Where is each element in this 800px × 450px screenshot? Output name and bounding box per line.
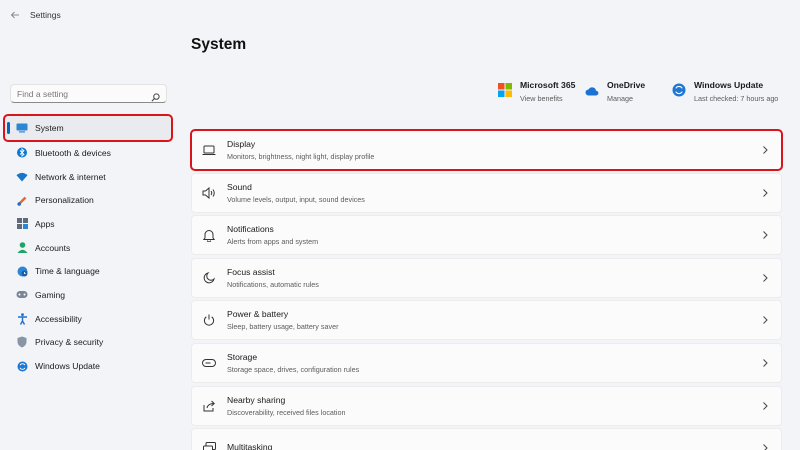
search-box[interactable] xyxy=(10,84,167,103)
gamepad-icon xyxy=(16,289,28,301)
apps-icon xyxy=(16,218,28,230)
sidebar-item-windows-update[interactable]: Windows Update xyxy=(4,354,172,378)
sidebar-item-label: Personalization xyxy=(35,195,94,206)
sidebar: System Bluetooth & devices Network & int… xyxy=(0,0,180,450)
chevron-right-icon xyxy=(763,273,768,282)
card-title: Sound xyxy=(227,181,252,192)
search-input[interactable] xyxy=(17,88,147,99)
globe-clock-icon xyxy=(16,265,28,277)
sidebar-item-network[interactable]: Network & internet xyxy=(4,165,172,189)
card-title: Notifications xyxy=(227,224,274,235)
quick-link-title: Windows Update xyxy=(694,80,764,90)
person-icon xyxy=(16,242,28,254)
multitask-icon xyxy=(202,441,216,450)
card-multitasking[interactable]: Multitasking xyxy=(191,428,782,450)
sidebar-item-gaming[interactable]: Gaming xyxy=(4,283,172,307)
sidebar-item-time-language[interactable]: Time & language xyxy=(4,259,172,283)
card-focus-assist[interactable]: Focus assist Notifications, automatic ru… xyxy=(191,257,782,298)
update-icon xyxy=(672,83,686,97)
quick-link-subtitle: View benefits xyxy=(520,94,563,103)
speaker-icon xyxy=(202,186,216,200)
quick-link-subtitle: Manage xyxy=(607,94,633,103)
sidebar-item-system[interactable]: System xyxy=(3,114,173,142)
card-title: Display xyxy=(227,139,256,149)
chevron-right-icon xyxy=(763,146,768,154)
chevron-right-icon xyxy=(763,359,768,367)
quick-link-title: Microsoft 365 xyxy=(520,80,576,90)
sidebar-item-privacy-security[interactable]: Privacy & security xyxy=(4,331,172,355)
bell-icon xyxy=(202,228,216,242)
quick-link-windows-update[interactable]: Windows Update Last checked: 7 hours ago xyxy=(672,80,778,103)
card-subtitle: Volume levels, output, input, sound devi… xyxy=(227,194,365,204)
chevron-right-icon xyxy=(763,231,768,240)
sidebar-item-personalization[interactable]: Personalization xyxy=(4,188,172,212)
search-icon[interactable] xyxy=(151,89,160,107)
moon-icon xyxy=(202,271,216,285)
sidebar-item-label: Privacy & security xyxy=(35,337,104,348)
card-nearby-sharing[interactable]: Nearby sharing Discoverability, received… xyxy=(191,385,782,426)
active-indicator xyxy=(7,122,10,134)
sidebar-item-bluetooth[interactable]: Bluetooth & devices xyxy=(4,141,172,165)
chevron-right-icon xyxy=(763,401,768,410)
page-title: System xyxy=(191,36,247,53)
sidebar-item-label: System xyxy=(35,123,64,133)
sidebar-item-label: Gaming xyxy=(35,289,66,300)
brush-icon xyxy=(16,194,28,206)
card-title: Nearby sharing xyxy=(227,394,286,405)
sidebar-item-accessibility[interactable]: Accessibility xyxy=(4,307,172,331)
quick-link-microsoft-365[interactable]: Microsoft 365 View benefits xyxy=(498,80,575,103)
shield-icon xyxy=(16,336,28,348)
microsoft-logo-icon xyxy=(498,83,512,97)
quick-link-title: OneDrive xyxy=(607,80,646,90)
sidebar-item-apps[interactable]: Apps xyxy=(4,212,172,236)
card-storage[interactable]: Storage Storage space, drives, configura… xyxy=(191,342,782,383)
card-subtitle: Monitors, brightness, night light, displ… xyxy=(227,152,375,161)
sidebar-item-label: Bluetooth & devices xyxy=(35,147,111,158)
sidebar-item-label: Network & internet xyxy=(35,171,106,182)
card-sound[interactable]: Sound Volume levels, output, input, soun… xyxy=(191,172,782,213)
monitor-icon xyxy=(16,122,28,134)
card-subtitle: Storage space, drives, configuration rul… xyxy=(227,364,360,374)
storage-icon xyxy=(202,356,216,370)
chevron-right-icon xyxy=(763,444,768,450)
bluetooth-icon xyxy=(16,147,28,159)
update-icon xyxy=(16,360,28,372)
sidebar-nav: System Bluetooth & devices Network & int… xyxy=(3,114,173,378)
card-title: Multitasking xyxy=(227,441,273,450)
sidebar-item-label: Windows Update xyxy=(35,361,100,372)
card-subtitle: Discoverability, received files location xyxy=(227,407,346,417)
share-icon xyxy=(202,399,216,413)
chevron-right-icon xyxy=(763,188,768,197)
quick-link-onedrive[interactable]: OneDrive Manage xyxy=(585,80,645,103)
sidebar-item-label: Accessibility xyxy=(35,313,82,324)
card-display[interactable]: Display Monitors, brightness, night ligh… xyxy=(190,129,783,171)
accessibility-icon xyxy=(16,312,28,325)
sidebar-item-accounts[interactable]: Accounts xyxy=(4,236,172,260)
card-title: Power & battery xyxy=(227,309,289,320)
power-icon xyxy=(202,313,216,327)
sidebar-item-label: Time & language xyxy=(35,266,100,277)
sidebar-item-label: Apps xyxy=(35,218,55,229)
card-title: Storage xyxy=(227,351,258,362)
settings-list: Display Monitors, brightness, night ligh… xyxy=(190,129,783,450)
card-title: Focus assist xyxy=(227,266,275,277)
sidebar-item-label: Accounts xyxy=(35,242,71,253)
card-subtitle: Notifications, automatic rules xyxy=(227,279,319,289)
cloud-icon xyxy=(585,83,599,97)
quick-link-subtitle: Last checked: 7 hours ago xyxy=(694,94,779,103)
card-notifications[interactable]: Notifications Alerts from apps and syste… xyxy=(191,215,782,256)
laptop-icon xyxy=(202,143,216,157)
wifi-icon xyxy=(16,171,28,183)
card-subtitle: Alerts from apps and system xyxy=(227,237,319,247)
card-power-battery[interactable]: Power & battery Sleep, battery usage, ba… xyxy=(191,300,782,341)
chevron-right-icon xyxy=(763,316,768,325)
card-subtitle: Sleep, battery usage, battery saver xyxy=(227,322,339,332)
